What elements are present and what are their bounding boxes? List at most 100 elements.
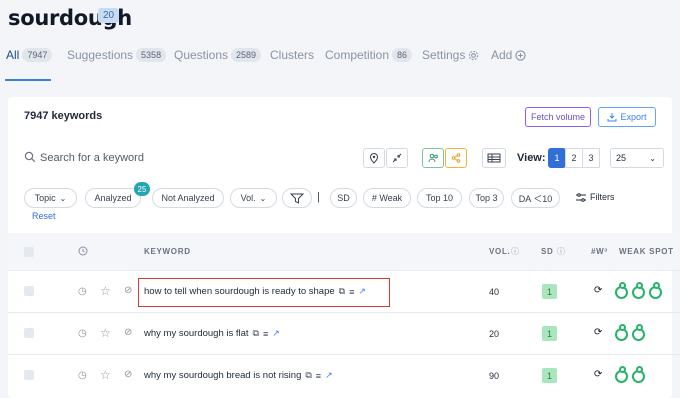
tab-all-label: All — [6, 48, 20, 62]
download-icon — [607, 113, 617, 122]
search-icon — [24, 151, 36, 163]
chevron-down-icon: ⌄ — [59, 193, 67, 203]
sd-filter[interactable]: SD — [330, 188, 357, 208]
row-checkbox[interactable] — [24, 328, 34, 338]
collapse-button[interactable] — [386, 148, 408, 168]
reset-filters-link[interactable]: Reset — [32, 211, 56, 221]
per-page-value: 25 — [616, 153, 627, 163]
refresh-icon[interactable]: ⟳ — [594, 285, 602, 296]
active-tab-indicator — [5, 79, 51, 81]
eye-off-icon[interactable]: ⊘ — [124, 327, 132, 338]
row-checkbox[interactable] — [24, 286, 34, 296]
clock-icon[interactable]: ◷ — [78, 370, 87, 381]
list-icon[interactable]: ≡ — [263, 329, 268, 339]
row-checkbox[interactable] — [24, 370, 34, 380]
location-button[interactable] — [363, 148, 385, 168]
tab-questions-label: Questions — [174, 48, 229, 62]
tab-competition-count: 86 — [392, 48, 413, 62]
star-icon[interactable]: ☆ — [100, 284, 111, 298]
weak-spot-icon — [649, 282, 662, 299]
volume-filter[interactable]: Vol. ⌄ — [230, 188, 277, 208]
star-icon[interactable]: ☆ — [100, 368, 111, 382]
title-count-badge: 20 — [98, 8, 120, 23]
volume-filter-label: Vol. — [240, 193, 256, 203]
weak-spot-icon — [632, 366, 645, 383]
location-pin-icon — [369, 152, 379, 164]
page-1-button[interactable]: 1 — [548, 148, 566, 168]
funnel-filter-button[interactable] — [282, 188, 312, 208]
weak-spots-column-header[interactable]: WEAK SPOT — [619, 247, 674, 256]
filter-separator: | — [317, 191, 320, 203]
gear-icon — [469, 50, 479, 60]
copy-icon[interactable]: ⧉ — [305, 370, 311, 381]
clock-icon[interactable]: ◷ — [78, 328, 87, 339]
info-icon: ⓘ — [557, 247, 565, 256]
tab-questions-count: 2589 — [231, 48, 262, 62]
tab-add-label: Add — [491, 48, 513, 62]
table-icon — [487, 153, 501, 163]
users-icon — [428, 153, 438, 163]
top10-filter[interactable]: Top 10 — [417, 188, 462, 208]
eye-off-icon[interactable]: ⊘ — [124, 285, 132, 296]
row-divider — [8, 312, 680, 313]
users-view-button[interactable] — [422, 148, 444, 168]
share-view-button[interactable] — [445, 148, 467, 168]
sliders-icon — [576, 192, 586, 202]
keyword-cell[interactable]: why my sourdough is flat ⧉ ≡ ↗ — [144, 328, 280, 339]
filters-label: Filters — [590, 192, 615, 202]
external-link-icon[interactable]: ↗ — [325, 370, 333, 381]
sd-badge: 1 — [542, 326, 557, 341]
page-3-button[interactable]: 3 — [582, 148, 600, 168]
tab-suggestions[interactable]: Suggestions 5358 — [67, 48, 167, 62]
export-button[interactable]: Export — [598, 107, 656, 127]
info-icon: ⓘ — [511, 247, 519, 256]
table-layout-button[interactable] — [482, 148, 506, 168]
weak-spot-icon — [615, 282, 628, 299]
chevron-down-icon: ⌄ — [259, 193, 267, 203]
list-icon[interactable]: ≡ — [316, 371, 321, 381]
chevron-down-icon: ⌄ — [649, 153, 656, 163]
volume-column-header[interactable]: VOL. — [489, 247, 510, 256]
sd-badge: 1 — [542, 368, 557, 383]
tab-add[interactable]: Add — [491, 48, 526, 62]
not-analyzed-filter[interactable]: Not Analyzed — [152, 188, 224, 208]
keyword-text: why my sourdough is flat — [144, 328, 249, 339]
tab-settings-label: Settings — [422, 48, 466, 62]
keyword-search-input[interactable] — [40, 149, 340, 167]
analyzed-filter[interactable]: Analyzed — [85, 188, 141, 208]
external-link-icon[interactable]: ↗ — [272, 328, 280, 339]
per-page-select[interactable]: 25 ⌄ — [610, 148, 664, 168]
keyword-text: why my sourdough bread is not rising — [144, 370, 302, 381]
weak-spot-icon — [615, 324, 628, 341]
export-label: Export — [620, 112, 647, 122]
refresh-icon[interactable]: ⟳ — [594, 327, 602, 338]
row-divider — [8, 354, 680, 355]
topic-filter[interactable]: Topic ⌄ — [24, 188, 77, 208]
top3-filter[interactable]: Top 3 — [469, 188, 504, 208]
tab-all[interactable]: All 7947 — [6, 48, 53, 62]
keyword-column-header[interactable]: KEYWORD — [144, 247, 191, 256]
tab-questions[interactable]: Questions 2589 — [174, 48, 262, 62]
select-all-checkbox[interactable] — [24, 247, 34, 257]
tab-competition[interactable]: Competition 86 — [325, 48, 413, 62]
w3-column-header[interactable]: #W³ — [591, 247, 608, 256]
clock-icon[interactable]: ◷ — [78, 286, 87, 297]
tab-settings[interactable]: Settings — [422, 48, 479, 62]
volume-cell: 90 — [489, 371, 500, 381]
tab-competition-label: Competition — [325, 48, 390, 62]
da-filter[interactable]: DA ＜10 — [511, 188, 560, 208]
weak-filter[interactable]: # Weak — [363, 188, 411, 208]
keyword-cell[interactable]: why my sourdough bread is not rising ⧉ ≡… — [144, 370, 333, 381]
fetch-volume-button[interactable]: Fetch volume — [525, 107, 591, 127]
view-label: View: — [517, 152, 546, 164]
tab-clusters-label: Clusters — [270, 48, 315, 62]
refresh-icon[interactable]: ⟳ — [594, 369, 602, 380]
copy-icon[interactable]: ⧉ — [253, 328, 259, 339]
sd-column-header[interactable]: SD — [541, 247, 554, 256]
star-icon[interactable]: ☆ — [100, 326, 111, 340]
eye-off-icon[interactable]: ⊘ — [124, 369, 132, 380]
page-2-button[interactable]: 2 — [565, 148, 583, 168]
weak-spot-icon — [632, 282, 645, 299]
filters-button[interactable]: Filters — [576, 192, 615, 202]
tab-clusters[interactable]: Clusters — [270, 48, 314, 62]
